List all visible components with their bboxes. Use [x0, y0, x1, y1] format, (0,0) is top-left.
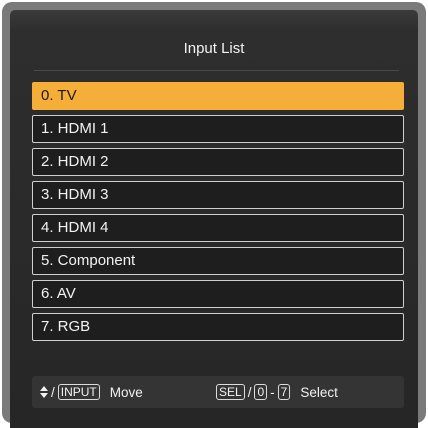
- input-item-component[interactable]: 5. Component: [32, 247, 404, 275]
- input-list: 0. TV 1. HDMI 1 2. HDMI 2 3. HDMI 3 4. H…: [32, 82, 404, 346]
- input-list-panel: Input List 0. TV 1. HDMI 1 2. HDMI 2 3. …: [10, 10, 418, 428]
- range-dash: -: [270, 384, 275, 400]
- input-key-badge: INPUT: [57, 384, 100, 400]
- input-item-hdmi-3[interactable]: 3. HDMI 3: [32, 181, 404, 209]
- select-action-label: Select: [300, 384, 338, 400]
- input-item-av[interactable]: 6. AV: [32, 280, 404, 308]
- input-item-hdmi-4[interactable]: 4. HDMI 4: [32, 214, 404, 242]
- tv-menu-frame: Input List 0. TV 1. HDMI 1 2. HDMI 2 3. …: [2, 2, 426, 428]
- select-hint: SEL / 0 - 7 Select: [216, 384, 338, 400]
- move-action-label: Move: [109, 384, 143, 400]
- key-guide-bar: / INPUT Move SEL / 0 - 7 Select: [32, 376, 404, 408]
- input-item-hdmi-2[interactable]: 2. HDMI 2: [32, 148, 404, 176]
- up-down-arrows-icon: [40, 385, 48, 399]
- input-item-rgb[interactable]: 7. RGB: [32, 313, 404, 341]
- sel-key-badge: SEL: [216, 384, 245, 400]
- move-hint: / INPUT Move: [40, 384, 143, 400]
- key-0-badge: 0: [254, 384, 268, 400]
- menu-title: Input List: [183, 40, 245, 57]
- title-divider: [34, 70, 399, 71]
- key-7-badge: 7: [277, 384, 291, 400]
- select-separator: /: [247, 384, 252, 400]
- input-item-hdmi-1[interactable]: 1. HDMI 1: [32, 115, 404, 143]
- input-item-tv[interactable]: 0. TV: [32, 82, 404, 110]
- move-separator: /: [51, 384, 55, 400]
